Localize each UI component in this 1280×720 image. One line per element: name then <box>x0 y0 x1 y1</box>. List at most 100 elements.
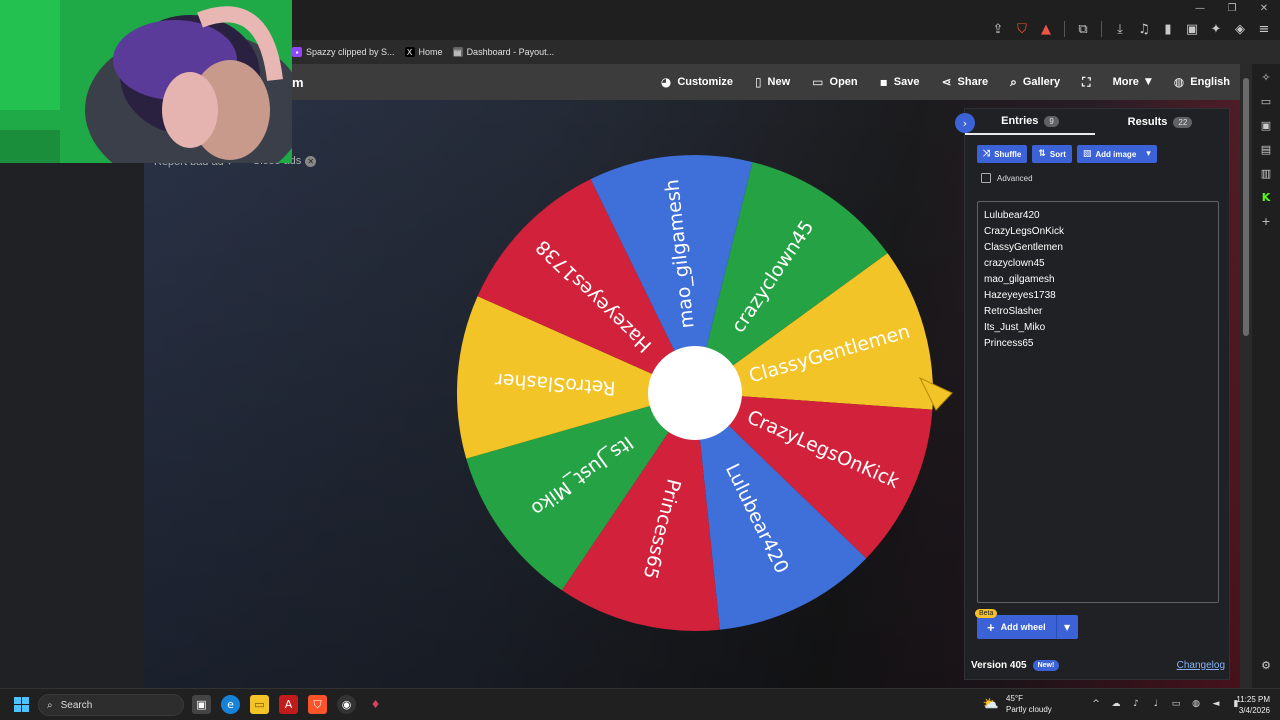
open-button[interactable]: ▭ Open <box>812 75 857 89</box>
gallery-button[interactable]: ⌕ Gallery <box>1010 75 1060 90</box>
settings-icon[interactable]: ⚙ <box>1259 658 1273 672</box>
advanced-checkbox[interactable] <box>981 173 991 183</box>
panel-tabs: Entries 9 Results 22 <box>965 109 1231 135</box>
add-wheel-group: + Add wheel ▼ <box>977 615 1078 639</box>
display-icon[interactable]: ▭ <box>1170 697 1182 711</box>
minimize-icon[interactable]: — <box>1184 0 1216 16</box>
weather-widget[interactable]: ⛅ 45°F Partly cloudy <box>982 693 1052 715</box>
windows-start-icon[interactable] <box>14 697 29 712</box>
menu-label: More <box>1112 76 1139 88</box>
share-page-icon[interactable]: ⇪ <box>990 21 1006 37</box>
acrobat-icon[interactable]: A <box>279 695 298 714</box>
clock-time: 11:25 PM <box>1236 695 1270 704</box>
chevron-down-icon: ▼ <box>1144 77 1152 87</box>
app-menu: ◕ Customize ▯ New ▭ Open ▪ Save ⋖ Share ⌕ Gall… <box>661 64 1230 100</box>
fullscreen-button[interactable]: ⛶ <box>1082 75 1090 90</box>
download-icon[interactable]: ⤓ <box>1112 21 1128 37</box>
entry-line: RetroSlasher <box>984 306 1043 317</box>
wheel-center[interactable] <box>648 346 742 440</box>
chevron-right-icon: › <box>962 116 968 130</box>
restore-icon[interactable]: ❐ <box>1216 0 1248 16</box>
tab-results[interactable]: Results 22 <box>1095 109 1225 135</box>
share-button[interactable]: ⋖ Share <box>941 75 988 89</box>
version-label: Version 405 <box>971 659 1027 671</box>
customize-button[interactable]: ◕ Customize <box>661 75 733 89</box>
weather-temp: 45°F <box>1006 694 1023 703</box>
close-icon[interactable]: ✕ <box>1248 0 1280 16</box>
network-icon[interactable]: ◍ <box>1190 697 1202 711</box>
app-pin-icon[interactable]: ♦ <box>366 695 385 714</box>
taskbar-search[interactable]: ⌕ Search <box>38 694 184 716</box>
search-icon: ⌕ <box>47 699 53 711</box>
menu-label: Customize <box>677 76 733 88</box>
reading-list-icon[interactable]: ▭ <box>1259 94 1273 108</box>
kick-icon[interactable]: K <box>1259 190 1273 204</box>
wallet-icon[interactable]: ▣ <box>1184 21 1200 37</box>
leo-ai-icon[interactable]: ✦ <box>1208 21 1224 37</box>
bookmark-item[interactable]: ▪ Spazzy clipped by S... <box>292 47 395 57</box>
page-scrollbar[interactable] <box>1240 64 1252 688</box>
chevron-up-icon[interactable]: ^ <box>1090 697 1102 711</box>
bookmark-icon[interactable]: ▤ <box>1259 142 1273 156</box>
bookmark-item[interactable]: X Home <box>404 47 443 57</box>
wallet-icon[interactable]: ▣ <box>1259 118 1273 132</box>
advanced-toggle[interactable]: Advanced <box>981 173 1033 183</box>
vpn-icon[interactable]: ◈ <box>1232 21 1248 37</box>
media-icon[interactable]: ♫ <box>1136 21 1152 37</box>
tab-entries[interactable]: Entries 9 <box>965 109 1095 135</box>
window-controls: — ❐ ✕ <box>1184 0 1280 16</box>
scroll-thumb[interactable] <box>1243 78 1249 336</box>
clock[interactable]: 11:25 PM 3/4/2026 <box>1230 694 1270 716</box>
beta-badge: Beta <box>975 609 998 618</box>
bookmark-item[interactable]: ▤ Dashboard - Payout... <box>452 47 555 57</box>
language-button[interactable]: ◍ English <box>1174 75 1230 89</box>
page-icon: ▤ <box>452 47 463 57</box>
version-row: Version 405 New! Changelog <box>965 654 1231 676</box>
history-icon[interactable]: ▥ <box>1259 166 1273 180</box>
entries-textarea[interactable]: Lulubear420 CrazyLegsOnKick ClassyGentle… <box>977 201 1219 603</box>
button-label: Add image <box>1095 149 1137 159</box>
floppy-icon: ▪ <box>879 75 888 89</box>
add-wheel-button[interactable]: + Add wheel <box>977 615 1056 639</box>
onedrive-icon[interactable]: ☁ <box>1110 697 1122 711</box>
save-button[interactable]: ▪ Save <box>880 75 920 89</box>
microphone-icon[interactable]: ♩ <box>1150 697 1162 711</box>
bookmark-label: Dashboard - Payout... <box>466 47 555 57</box>
add-panel-icon[interactable]: + <box>1259 214 1273 228</box>
app-title: m <box>292 75 304 90</box>
volume-icon[interactable]: ◄ <box>1210 697 1222 711</box>
task-view-icon[interactable]: ▣ <box>192 695 211 714</box>
obs-icon[interactable]: ◉ <box>337 695 356 714</box>
add-wheel-dropdown[interactable]: ▼ <box>1055 615 1078 639</box>
spin-wheel[interactable]: ClassyGentlemenCrazyLegsOnKickLulubear42… <box>454 152 954 636</box>
add-image-button[interactable]: ▧ Add image ▾ <box>1076 145 1157 163</box>
shuffle-button[interactable]: ⤨ Shuffle <box>977 145 1028 163</box>
file-explorer-icon[interactable]: ▭ <box>250 695 269 714</box>
sort-icon: ⇅ <box>1038 149 1046 159</box>
volume-mixer-icon[interactable]: ♪ <box>1130 697 1142 711</box>
brave-icon[interactable]: ⛉ <box>308 695 327 714</box>
collapse-panel-button[interactable]: › <box>955 113 975 133</box>
more-button[interactable]: More ▼ <box>1113 76 1152 88</box>
entry-line: mao_gilgamesh <box>984 274 1055 285</box>
leo-icon[interactable]: ✧ <box>1259 70 1273 84</box>
advanced-label: Advanced <box>997 173 1033 183</box>
entry-line: Lulubear420 <box>984 210 1040 221</box>
close-icon: ✕ <box>305 156 317 167</box>
menu-label: Open <box>829 76 858 88</box>
changelog-link[interactable]: Changelog <box>1177 660 1225 671</box>
toolbar-divider <box>1101 21 1102 37</box>
edge-icon[interactable]: e <box>221 695 240 714</box>
toolbar-divider <box>1064 21 1065 37</box>
menu-label: Save <box>893 76 920 88</box>
browser-side-rail: ✧ ▭ ▣ ▤ ▥ K + ⚙ <box>1252 64 1280 688</box>
brave-shield-icon[interactable]: ⛉ <box>1014 21 1030 37</box>
screenshot-icon[interactable]: ⧉ <box>1075 21 1091 37</box>
brave-rewards-icon[interactable]: ▲ <box>1038 21 1054 37</box>
windows-taskbar: ⌕ Search ▣ e ▭ A ⛉ ◉ ♦ ⛅ 45°F Partly clo… <box>0 688 1280 720</box>
browser-menu-icon[interactable]: ≡ <box>1256 21 1272 37</box>
new-button[interactable]: ▯ New <box>755 75 790 89</box>
sidebar-toggle-icon[interactable]: ▮ <box>1160 21 1176 37</box>
sort-button[interactable]: ⇅ Sort <box>1032 145 1072 163</box>
shuffle-icon: ⤨ <box>983 149 991 159</box>
